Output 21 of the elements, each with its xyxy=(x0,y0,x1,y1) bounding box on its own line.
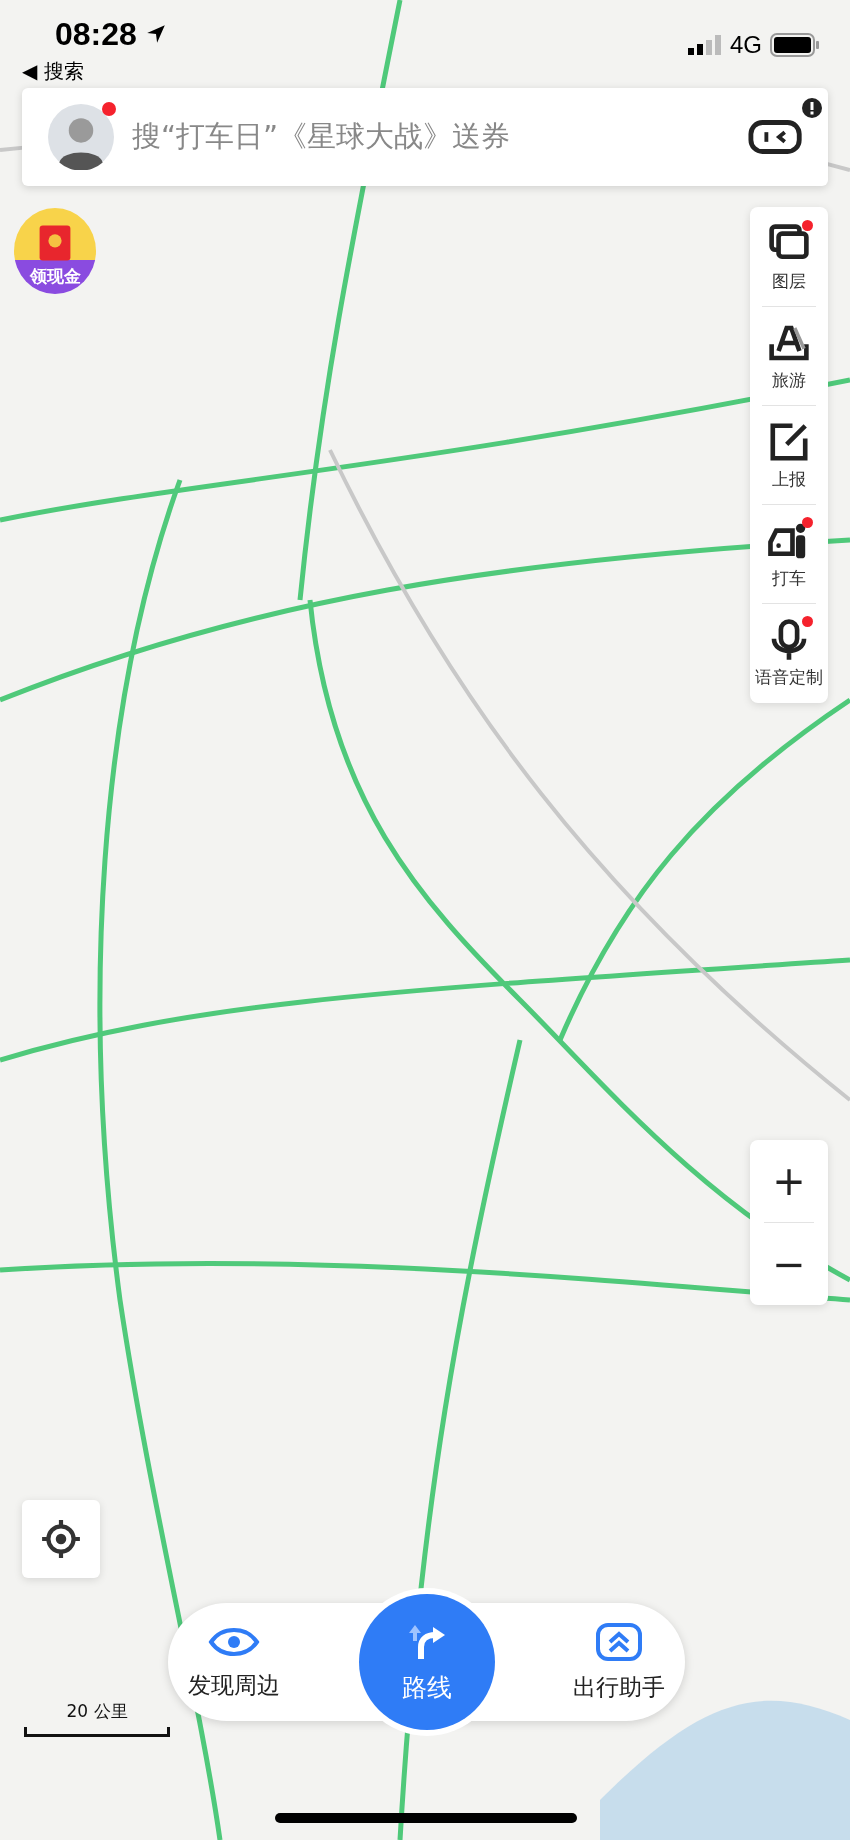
back-link[interactable]: ◀ 搜索 xyxy=(22,58,84,85)
search-placeholder: 搜“打车日”《星球大战》送券 xyxy=(132,118,512,155)
status-time: 08:28 xyxy=(55,15,137,53)
search-bar[interactable]: 搜“打车日”《星球大战》送券 xyxy=(22,88,828,186)
nav-button[interactable]: 发现周边 xyxy=(188,1623,280,1701)
side-tool-button[interactable]: 语音定制 xyxy=(755,609,823,697)
chevrons-up-icon xyxy=(595,1621,643,1662)
network-label: 4G xyxy=(730,31,762,59)
zoom-in-button[interactable]: + xyxy=(750,1140,828,1222)
side-tool-button[interactable]: 上报 xyxy=(767,411,811,499)
zoom-out-button[interactable]: − xyxy=(750,1223,828,1305)
nav-button[interactable]: 出行助手 xyxy=(573,1621,665,1703)
avatar-icon[interactable] xyxy=(48,104,114,170)
battery-icon xyxy=(770,33,820,57)
locate-icon xyxy=(40,1518,82,1560)
locate-button[interactable] xyxy=(22,1500,100,1578)
signal-icon xyxy=(688,35,722,55)
side-tool-button[interactable]: 图层 xyxy=(767,213,811,301)
side-tool-button[interactable]: 旅游 xyxy=(767,312,811,400)
scale-label: 20 公里 xyxy=(66,1700,128,1723)
side-tool-button[interactable]: 打车 xyxy=(767,510,811,598)
